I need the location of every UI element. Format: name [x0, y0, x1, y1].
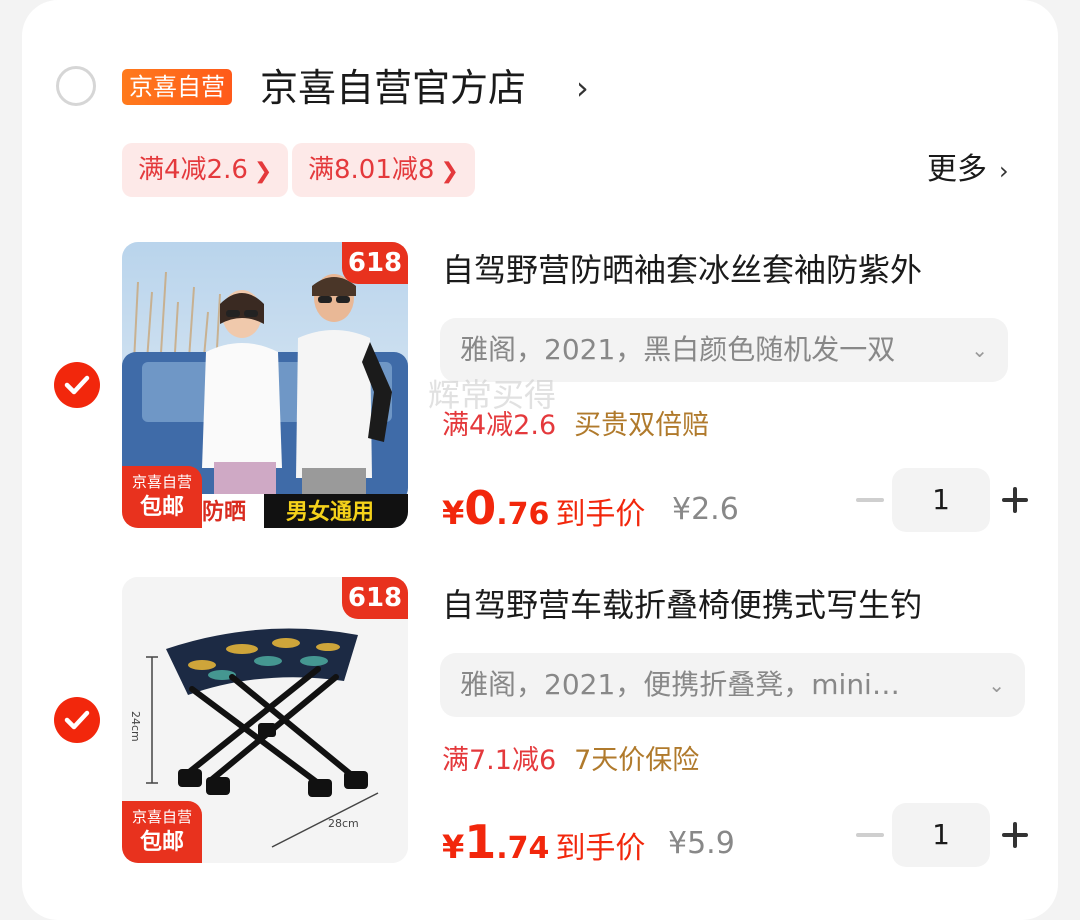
product-2-title[interactable]: 自驾野营车载折叠椅便携式写生钓 [442, 583, 1022, 627]
self-badge-big: 包邮 [139, 495, 184, 520]
item-2-check[interactable] [54, 697, 100, 743]
product-2-quantity[interactable]: 1 [892, 803, 990, 867]
product-2-spec-text: 雅阁，2021，便携折叠凳，mini… [460, 668, 900, 701]
promo-chip-1-label: 满4减2.6 [138, 155, 248, 185]
price-label: 到手价 [555, 497, 646, 532]
chevron-right-icon: ❯ [440, 159, 459, 184]
more-promos-button[interactable]: 更多 › [927, 148, 1009, 193]
dimension-height: 24cm [129, 711, 142, 742]
promo-chip-1[interactable]: 满4减2.6 ❯ [122, 143, 289, 197]
store-cart-card: 京喜自营 京喜自营官方店 › 满4减2.6 ❯ 满8.01减8 ❯ 更多 › 防… [22, 0, 1058, 920]
product-1-title[interactable]: 自驾野营防晒袖套冰丝套袖防紫外 [442, 248, 1022, 292]
self-badge-small: 京喜自营 [131, 808, 192, 826]
product-2-promo: 满7.1减6 7天价保险 [442, 741, 699, 781]
product-2-promo-gold: 7天价保险 [574, 745, 700, 776]
promo-chip-2[interactable]: 满8.01减8 ❯ [292, 143, 475, 197]
chevron-down-icon: ⌄ [988, 673, 1005, 697]
watermark: 辉常买得 [428, 376, 557, 414]
chevron-right-icon: ❯ [253, 159, 273, 184]
store-tag-badge: 京喜自营 [122, 69, 232, 105]
product-1-promo-gold: 买贵双倍赔 [574, 410, 710, 441]
price-decimal: .76 [496, 497, 550, 532]
product-1-price: ¥0.76 到手价 [442, 480, 645, 547]
price-decimal: .74 [496, 831, 550, 866]
product-1-original-price: ¥2.6 [672, 492, 739, 527]
dimension-width: 28cm [328, 817, 359, 830]
checkmark-icon [64, 710, 90, 730]
product-1-increase-button[interactable] [1002, 487, 1028, 513]
product-2-increase-button[interactable] [1002, 822, 1028, 848]
banner-left-text: 防晒 [202, 500, 246, 525]
product-2-image[interactable]: 24cm 28cm 618 京喜自营 包邮 [122, 577, 408, 863]
product-1-image[interactable]: 防晒 男女通用 618 京喜自营 包邮 [122, 242, 408, 528]
badge-618: 618 [342, 242, 408, 284]
chevron-right-icon: › [999, 157, 1009, 185]
item-1-check[interactable] [54, 362, 100, 408]
checkmark-icon [64, 375, 90, 395]
price-symbol: ¥ [442, 828, 465, 866]
self-operated-badge: 京喜自营 包邮 [122, 801, 202, 863]
price-integer: 0 [464, 481, 497, 535]
product-2-original-price: ¥5.9 [668, 826, 735, 861]
price-label: 到手价 [555, 831, 646, 866]
product-2-spec-selector[interactable]: 雅阁，2021，便携折叠凳，mini… ⌄ [440, 653, 1025, 717]
store-select-radio[interactable] [56, 66, 96, 106]
price-symbol: ¥ [442, 494, 465, 532]
product-1-spec-text: 雅阁，2021，黑白颜色随机发一双 [460, 333, 896, 366]
self-badge-big: 包邮 [139, 830, 184, 855]
product-2-price: ¥1.74 到手价 [442, 814, 645, 881]
product-2-decrease-button[interactable] [856, 833, 884, 837]
chevron-down-icon: ⌄ [971, 338, 988, 362]
badge-618: 618 [342, 577, 408, 619]
more-label: 更多 [927, 152, 987, 187]
product-2-promo-red: 满7.1减6 [442, 745, 557, 776]
product-1-decrease-button[interactable] [856, 498, 884, 502]
product-1-quantity[interactable]: 1 [892, 468, 990, 532]
self-badge-small: 京喜自营 [131, 473, 192, 491]
store-name-link[interactable]: 京喜自营官方店 [260, 62, 526, 114]
price-integer: 1 [464, 815, 497, 869]
self-operated-badge: 京喜自营 包邮 [122, 466, 202, 528]
chevron-right-icon[interactable]: › [576, 68, 589, 108]
banner-right-text: 男女通用 [286, 499, 374, 525]
promo-chip-2-label: 满8.01减8 [308, 155, 435, 185]
